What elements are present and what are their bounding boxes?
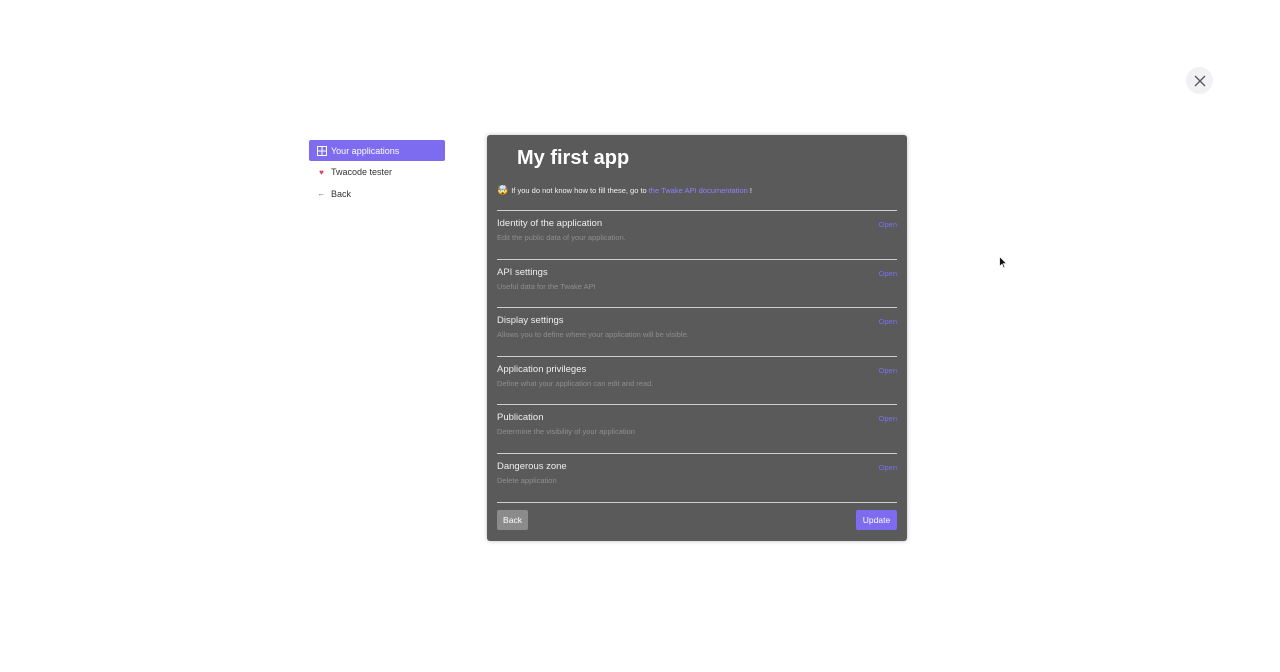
- section-description: Edit the public data of your application…: [497, 233, 626, 242]
- section-api-settings: API settings Useful data for the Twake A…: [497, 258, 897, 308]
- sidebar-item-your-applications[interactable]: Your applications: [309, 140, 445, 161]
- page-title: My first app: [517, 147, 630, 169]
- hint-prefix: If you do not know how to fill these, go…: [511, 186, 647, 195]
- section-title: Publication: [497, 412, 544, 424]
- sidebar-item-label: Back: [331, 188, 352, 199]
- sidebar-item-back[interactable]: ← Back: [309, 183, 445, 204]
- heart-icon: ♥: [319, 167, 324, 177]
- section-description: Useful data for the Twake API: [497, 281, 596, 291]
- api-documentation-link[interactable]: the Twake API documentation: [649, 186, 748, 195]
- open-identity-link[interactable]: Open: [879, 220, 897, 229]
- section-description: Delete application: [497, 475, 557, 485]
- section-title: API settings: [497, 266, 548, 278]
- update-button[interactable]: Update: [856, 510, 897, 530]
- section-display-settings: Display settings Allows you to define wh…: [497, 307, 897, 356]
- section-publication: Publication Determine the visibility of …: [497, 404, 897, 453]
- mouse-cursor-icon: [999, 256, 1008, 269]
- section-identity: Identity of the application Edit the pub…: [497, 210, 897, 259]
- open-application-privileges-link[interactable]: Open: [879, 366, 897, 375]
- section-title: Dangerous zone: [497, 460, 567, 472]
- settings-sections: Identity of the application Edit the pub…: [497, 210, 897, 503]
- section-title: Identity of the application: [497, 218, 603, 229]
- section-title: Display settings: [497, 315, 564, 327]
- confused-face-icon: 🤯: [497, 185, 509, 195]
- grid-icon: [316, 145, 327, 156]
- hint-suffix: !: [749, 186, 752, 195]
- open-dangerous-zone-link[interactable]: Open: [879, 463, 897, 472]
- arrow-left-icon: ←: [317, 189, 326, 198]
- divider: [497, 501, 897, 503]
- sidebar: Your applications ♥ Twacode tester ← Bac…: [309, 140, 445, 205]
- section-description: Determine the visibility of your applica…: [497, 427, 635, 437]
- section-dangerous-zone: Dangerous zone Delete application Open: [497, 452, 897, 502]
- app-settings-panel: My first app 🤯 If you do not know how to…: [487, 135, 907, 541]
- close-button[interactable]: [1186, 67, 1213, 94]
- sidebar-item-label: Twacode tester: [331, 167, 393, 177]
- section-description: Allows you to define where your applicat…: [497, 330, 689, 340]
- open-api-settings-link[interactable]: Open: [879, 269, 897, 278]
- section-application-privileges: Application privileges Define what your …: [497, 355, 897, 405]
- open-publication-link[interactable]: Open: [879, 414, 897, 423]
- section-title: Application privileges: [497, 363, 587, 375]
- open-display-settings-link[interactable]: Open: [879, 317, 897, 326]
- close-icon: [1194, 75, 1205, 86]
- sidebar-item-label: Your applications: [331, 145, 400, 156]
- back-button[interactable]: Back: [497, 510, 528, 530]
- help-hint: 🤯 If you do not know how to fill these, …: [497, 185, 752, 196]
- section-description: Define what your application can edit an…: [497, 378, 654, 388]
- sidebar-item-twacode-tester[interactable]: ♥ Twacode tester: [309, 162, 445, 183]
